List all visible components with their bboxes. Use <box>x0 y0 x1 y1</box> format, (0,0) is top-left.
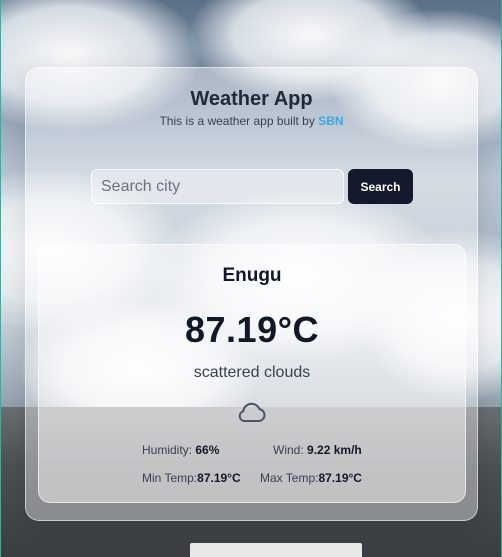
wind-value: 9.22 km/h <box>307 443 362 457</box>
temperature: 87.19°C <box>185 309 319 350</box>
app-title: Weather App <box>190 88 313 110</box>
subtitle-text: This is a weather app built by <box>159 114 315 128</box>
search-button[interactable]: Search <box>348 169 413 204</box>
road-stripe <box>190 543 362 557</box>
max-temp-value: 87.19°C <box>318 471 362 485</box>
humidity-label: Humidity: <box>142 443 193 457</box>
brand-link[interactable]: SBN <box>318 114 343 128</box>
search-input[interactable] <box>91 169 344 204</box>
city-name: Enugu <box>222 265 282 286</box>
min-temp-label: Min Temp: <box>142 471 198 485</box>
wind: Wind: 9.22 km/h <box>273 443 362 457</box>
weather-card: Weather App This is a weather app built … <box>25 67 478 521</box>
app-subtitle: This is a weather app built by SBN <box>26 114 477 128</box>
humidity: Humidity: 66% <box>142 443 219 457</box>
humidity-value: 66% <box>195 443 220 457</box>
max-temp: Max Temp:87.19°C <box>260 471 362 485</box>
wind-label: Wind: <box>273 443 304 457</box>
min-temp-value: 87.19°C <box>197 471 241 485</box>
weather-result-panel: Enugu 87.19°C scattered clouds Humidity:… <box>38 244 466 503</box>
search-bar: Search <box>91 169 413 204</box>
max-temp-label: Max Temp: <box>260 471 319 485</box>
min-temp: Min Temp:87.19°C <box>142 471 241 485</box>
weather-description: scattered clouds <box>193 364 311 381</box>
cloud-icon <box>238 402 266 422</box>
